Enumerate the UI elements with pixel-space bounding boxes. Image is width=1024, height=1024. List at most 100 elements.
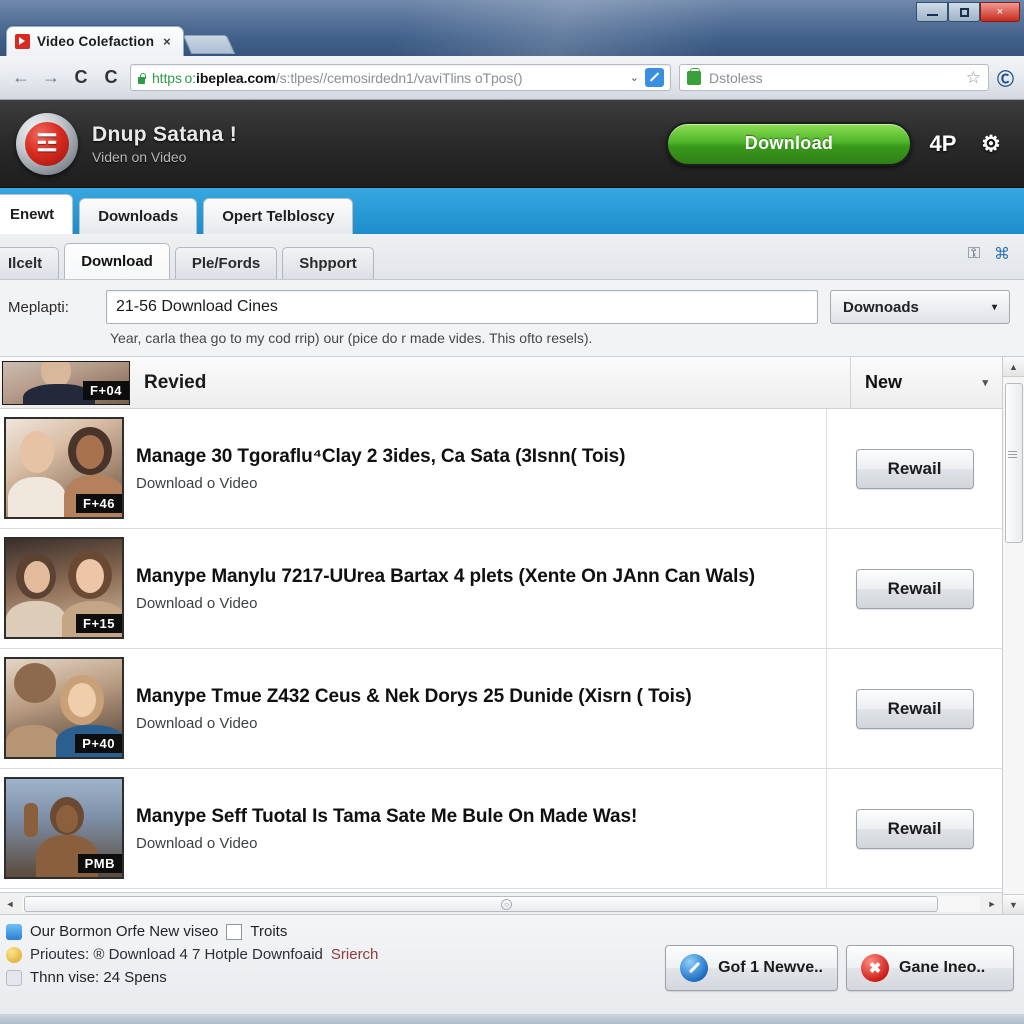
- url-scheme: https o:: [152, 69, 197, 86]
- results-area: F+04 Revied New ▾ F+46 Manage 30 Tgorafl…: [0, 356, 1024, 914]
- subtab-ilcelt[interactable]: Ilcelt: [0, 247, 60, 279]
- sort-dropdown-label: New: [865, 372, 903, 392]
- list-item[interactable]: P+40 Manype Tmue Z432 Ceus & Nek Dorys 2…: [0, 649, 1002, 769]
- item-subtitle[interactable]: Download o Video: [136, 835, 816, 852]
- item-subtitle[interactable]: Download o Video: [136, 715, 816, 732]
- brand-logo-glyph: ☲: [25, 121, 69, 166]
- rewail-button[interactable]: Rewail: [855, 568, 974, 609]
- lock-icon: [137, 72, 146, 84]
- list-item[interactable]: F+46 Manage 30 Tgoraflu⁴Clay 2 3ides, Ca…: [0, 409, 1002, 529]
- item-title[interactable]: Manage 30 Tgoraflu⁴Clay 2 3ides, Ca Sata…: [136, 446, 816, 468]
- item-title[interactable]: Manype Manylu 7217-UUrea Bartax 4 plets …: [136, 566, 816, 588]
- item-actions: Rewail: [826, 529, 1002, 648]
- rewail-button[interactable]: Rewail: [855, 808, 974, 849]
- rewail-button[interactable]: Rewail: [855, 688, 974, 729]
- edit-omnibox-button[interactable]: [645, 68, 664, 87]
- item-thumbnail: F+15: [4, 537, 124, 639]
- search-input-placeholder: Dstoless: [709, 69, 763, 86]
- scroll-up-arrow-icon[interactable]: ▲: [1002, 357, 1024, 377]
- vertical-scroll-track[interactable]: [1002, 377, 1024, 894]
- browser-window: × Video Colefaction × ← → C C https o:ib…: [0, 0, 1024, 1024]
- account-icon[interactable]: 4P: [926, 127, 960, 161]
- browser-tab[interactable]: Video Colefaction ×: [6, 26, 184, 56]
- filter-form-row: Meplapti: 21-56 Download Cines Downoads …: [0, 280, 1024, 326]
- item-badge: F+15: [76, 614, 122, 633]
- footer-buttons: Gof 1 Newve.. ✖ Gane Ineo..: [665, 923, 1014, 991]
- item-subtitle[interactable]: Download o Video: [136, 595, 816, 612]
- address-bar[interactable]: https o:ibeplea.com/s:tlpes//cemosirdedn…: [130, 64, 671, 91]
- troits-checkbox[interactable]: [226, 923, 243, 940]
- footer-line-2-link[interactable]: Srierch: [331, 946, 379, 963]
- lock-icon[interactable]: ⚿: [968, 245, 980, 263]
- browser-tab-title: Video Colefaction: [37, 34, 155, 49]
- scroll-left-arrow-icon[interactable]: ◄: [0, 896, 20, 912]
- forward-arrow-icon[interactable]: →: [40, 67, 62, 89]
- window-controls: ×: [916, 2, 1020, 22]
- playlist-input[interactable]: 21-56 Download Cines: [106, 290, 818, 324]
- subtab-ple-fords[interactable]: Ple/Fords: [174, 247, 278, 279]
- get-new-button[interactable]: Gof 1 Newve..: [665, 945, 838, 991]
- item-main: Manype Manylu 7217-UUrea Bartax 4 plets …: [130, 529, 826, 648]
- item-main: Manage 30 Tgoraflu⁴Clay 2 3ides, Ca Sata…: [130, 409, 826, 528]
- gear-icon[interactable]: ⚙: [974, 127, 1008, 161]
- chevron-down-icon[interactable]: ⌄: [630, 71, 639, 84]
- priority-icon: [6, 946, 22, 963]
- new-tab-button[interactable]: [182, 35, 235, 54]
- header-thumbnail-badge: F+04: [83, 380, 129, 400]
- download-button[interactable]: Download: [666, 121, 912, 166]
- minimize-button[interactable]: [916, 2, 948, 22]
- footer-line-3-text: Thnn vise: 24 Spens: [30, 969, 167, 986]
- sort-dropdown[interactable]: New ▾: [850, 357, 1002, 408]
- subtab-download[interactable]: Download: [64, 243, 170, 279]
- list-item[interactable]: F+15 Manype Manylu 7217-UUrea Bartax 4 p…: [0, 529, 1002, 649]
- results-header: F+04 Revied New ▾: [0, 357, 1002, 409]
- shopping-bag-icon: [687, 67, 701, 85]
- list-item[interactable]: PMB Manype Seff Tuotal Is Tama Sate Me B…: [0, 769, 1002, 889]
- close-window-button[interactable]: ×: [980, 2, 1020, 22]
- item-title[interactable]: Manype Tmue Z432 Ceus & Nek Dorys 25 Dun…: [136, 686, 816, 708]
- item-actions: Rewail: [826, 409, 1002, 528]
- reload-icon[interactable]: C: [70, 67, 92, 89]
- scroll-right-arrow-icon[interactable]: ►: [982, 896, 1002, 912]
- item-subtitle[interactable]: Download o Video: [136, 475, 816, 492]
- downloads-filter-dropdown[interactable]: Downoads ▾: [830, 290, 1010, 324]
- maximize-button[interactable]: [948, 2, 980, 22]
- tab-downloads[interactable]: Downloads: [79, 198, 198, 234]
- tab-opert-telbloscy[interactable]: Opert Telbloscy: [203, 198, 354, 234]
- scroll-down-arrow-icon[interactable]: ▼: [1002, 894, 1024, 914]
- item-thumbnail: P+40: [4, 657, 124, 759]
- footer-line-1: Our Bormon Orfe New viseo Troits: [6, 923, 655, 940]
- horizontal-scroll-thumb[interactable]: [24, 895, 938, 912]
- get-new-button-label: Gof 1 Newve..: [718, 959, 823, 976]
- brand-text: Dnup Satana ! Viden on Video: [92, 123, 237, 165]
- item-actions: Rewail: [826, 769, 1002, 888]
- back-arrow-icon[interactable]: ←: [10, 67, 32, 89]
- browser-menu-icon[interactable]: Ⓒ: [997, 65, 1014, 90]
- bookmark-star-icon[interactable]: ☆: [966, 68, 981, 88]
- tab-enewt[interactable]: Enewt: [0, 194, 74, 234]
- search-input[interactable]: Dstoless ☆: [679, 64, 989, 91]
- horizontal-scroll-track[interactable]: ○: [22, 895, 980, 912]
- window-statusbar: [0, 1014, 1024, 1024]
- share-icon[interactable]: ⌘: [994, 244, 1010, 264]
- header-thumbnail: F+04: [2, 360, 130, 405]
- vertical-scrollbar[interactable]: ▲ ▼: [1002, 357, 1024, 914]
- close-tab-icon[interactable]: ×: [161, 34, 173, 49]
- brand-logo-icon: ☲: [16, 112, 78, 175]
- downloads-filter-label: Downoads: [843, 298, 919, 316]
- new-video-icon: [6, 923, 22, 940]
- scroll-grip-icon: ○: [501, 898, 512, 910]
- horizontal-scrollbar[interactable]: ◄ ○ ►: [0, 892, 1002, 914]
- subtab-shpport[interactable]: Shpport: [282, 247, 374, 279]
- footer-line-3: Thnn vise: 24 Spens: [6, 969, 655, 986]
- reload-secondary-icon[interactable]: C: [100, 67, 122, 89]
- vertical-scroll-thumb[interactable]: [1004, 383, 1023, 543]
- app-footer: Our Bormon Orfe New viseo Troits Prioute…: [0, 914, 1024, 1014]
- item-title[interactable]: Manype Seff Tuotal Is Tama Sate Me Bule …: [136, 806, 816, 828]
- item-main: Manype Tmue Z432 Ceus & Nek Dorys 25 Dun…: [130, 649, 826, 768]
- game-info-button[interactable]: ✖ Gane Ineo..: [846, 945, 1014, 991]
- item-badge: PMB: [77, 854, 122, 873]
- address-bar-url: https o:ibeplea.com/s:tlpes//cemosirdedn…: [152, 70, 624, 86]
- game-info-button-label: Gane Ineo..: [899, 959, 986, 976]
- rewail-button[interactable]: Rewail: [855, 448, 974, 489]
